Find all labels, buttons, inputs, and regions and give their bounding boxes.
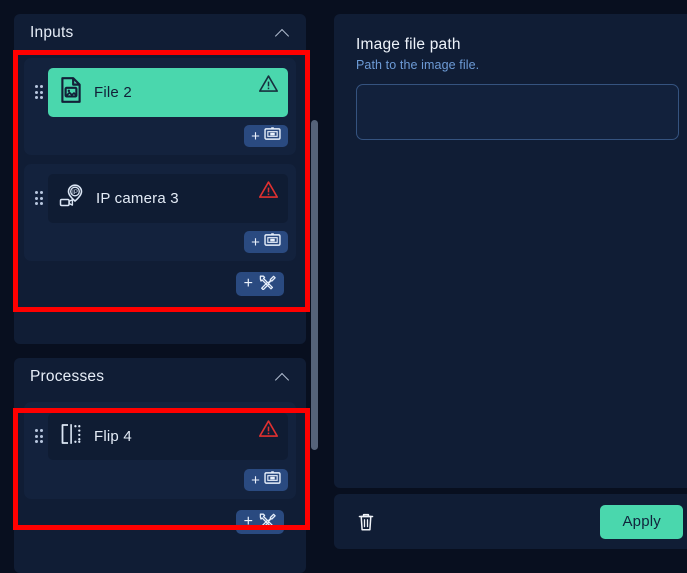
- drag-handle-icon[interactable]: [32, 429, 46, 443]
- camera-stream-icon: [264, 126, 281, 146]
- properties-sidebar: Image file path Path to the image file. …: [320, 0, 687, 559]
- trash-icon[interactable]: [356, 511, 376, 533]
- node-label-file: File 2: [94, 83, 132, 101]
- section-processes-footer: +: [24, 508, 296, 534]
- camera-stream-icon: [264, 232, 281, 252]
- node-footer: +: [32, 231, 288, 253]
- node-footer: +: [32, 125, 288, 147]
- image-file-path-input[interactable]: [356, 84, 679, 140]
- add-input-button[interactable]: +: [235, 272, 284, 296]
- node-body-ip-camera[interactable]: IP IP camera 3: [48, 173, 288, 223]
- warning-triangle-icon[interactable]: [258, 74, 279, 93]
- section-inputs: Inputs File 2 + IP IP camera 3 + +: [14, 14, 306, 344]
- drag-handle-icon[interactable]: [32, 85, 46, 99]
- plus-icon: +: [243, 275, 253, 292]
- plus-icon: +: [243, 513, 253, 530]
- chevron-up-icon[interactable]: [274, 24, 292, 42]
- warning-triangle-icon[interactable]: [258, 180, 279, 199]
- node-body-file[interactable]: File 2: [48, 67, 288, 117]
- node-footer: +: [32, 469, 288, 491]
- app-root: Inputs File 2 + IP IP camera 3 + + Proce…: [0, 0, 687, 573]
- node-row: IP IP camera 3: [32, 171, 288, 225]
- add-stream-button-ip-camera[interactable]: +: [244, 231, 288, 253]
- section-inputs-footer: +: [24, 270, 296, 296]
- node-row: File 2: [32, 65, 288, 119]
- tools-icon: [258, 274, 276, 295]
- property-description: Path to the image file.: [356, 58, 480, 72]
- section-inputs-header[interactable]: Inputs: [14, 14, 306, 52]
- flip-icon: [58, 421, 84, 452]
- drag-handle-icon[interactable]: [32, 191, 46, 205]
- section-processes: Processes Flip 4 + +: [14, 358, 306, 573]
- add-process-button[interactable]: +: [235, 510, 284, 534]
- node-label-flip: Flip 4: [94, 427, 132, 445]
- ip-camera-pin-icon: IP: [58, 182, 86, 215]
- node-row: Flip 4: [32, 409, 288, 463]
- camera-stream-icon: [264, 470, 281, 490]
- section-processes-title: Processes: [30, 368, 105, 385]
- svg-text:IP: IP: [72, 190, 78, 196]
- tools-icon: [258, 512, 276, 533]
- pipeline-sidebar: Inputs File 2 + IP IP camera 3 + + Proce…: [0, 0, 320, 573]
- node-body-flip[interactable]: Flip 4: [48, 412, 288, 460]
- node-card-file[interactable]: File 2 +: [24, 58, 296, 155]
- node-card-ip-camera[interactable]: IP IP camera 3 +: [24, 164, 296, 261]
- properties-panel: Image file path Path to the image file.: [334, 14, 687, 488]
- plus-icon: +: [251, 233, 260, 251]
- property-title: Image file path: [356, 36, 461, 53]
- image-file-icon: [58, 76, 84, 109]
- add-stream-button-flip[interactable]: +: [244, 469, 288, 491]
- apply-button[interactable]: Apply: [600, 504, 683, 539]
- plus-icon: +: [251, 471, 260, 489]
- section-inputs-title: Inputs: [30, 24, 74, 41]
- section-inputs-body: File 2 + IP IP camera 3 + +: [14, 52, 306, 304]
- chevron-up-icon[interactable]: [274, 368, 292, 386]
- node-card-flip[interactable]: Flip 4 +: [24, 402, 296, 499]
- properties-footer: Apply: [334, 494, 687, 549]
- node-label-ip-camera: IP camera 3: [96, 189, 179, 207]
- pipeline-scrollbar[interactable]: [311, 0, 318, 559]
- add-stream-button-file[interactable]: +: [244, 125, 288, 147]
- section-processes-body: Flip 4 + +: [14, 396, 306, 542]
- pipeline-scrollbar-thumb[interactable]: [311, 120, 318, 450]
- warning-triangle-icon[interactable]: [258, 419, 279, 438]
- section-processes-header[interactable]: Processes: [14, 358, 306, 396]
- plus-icon: +: [251, 127, 260, 145]
